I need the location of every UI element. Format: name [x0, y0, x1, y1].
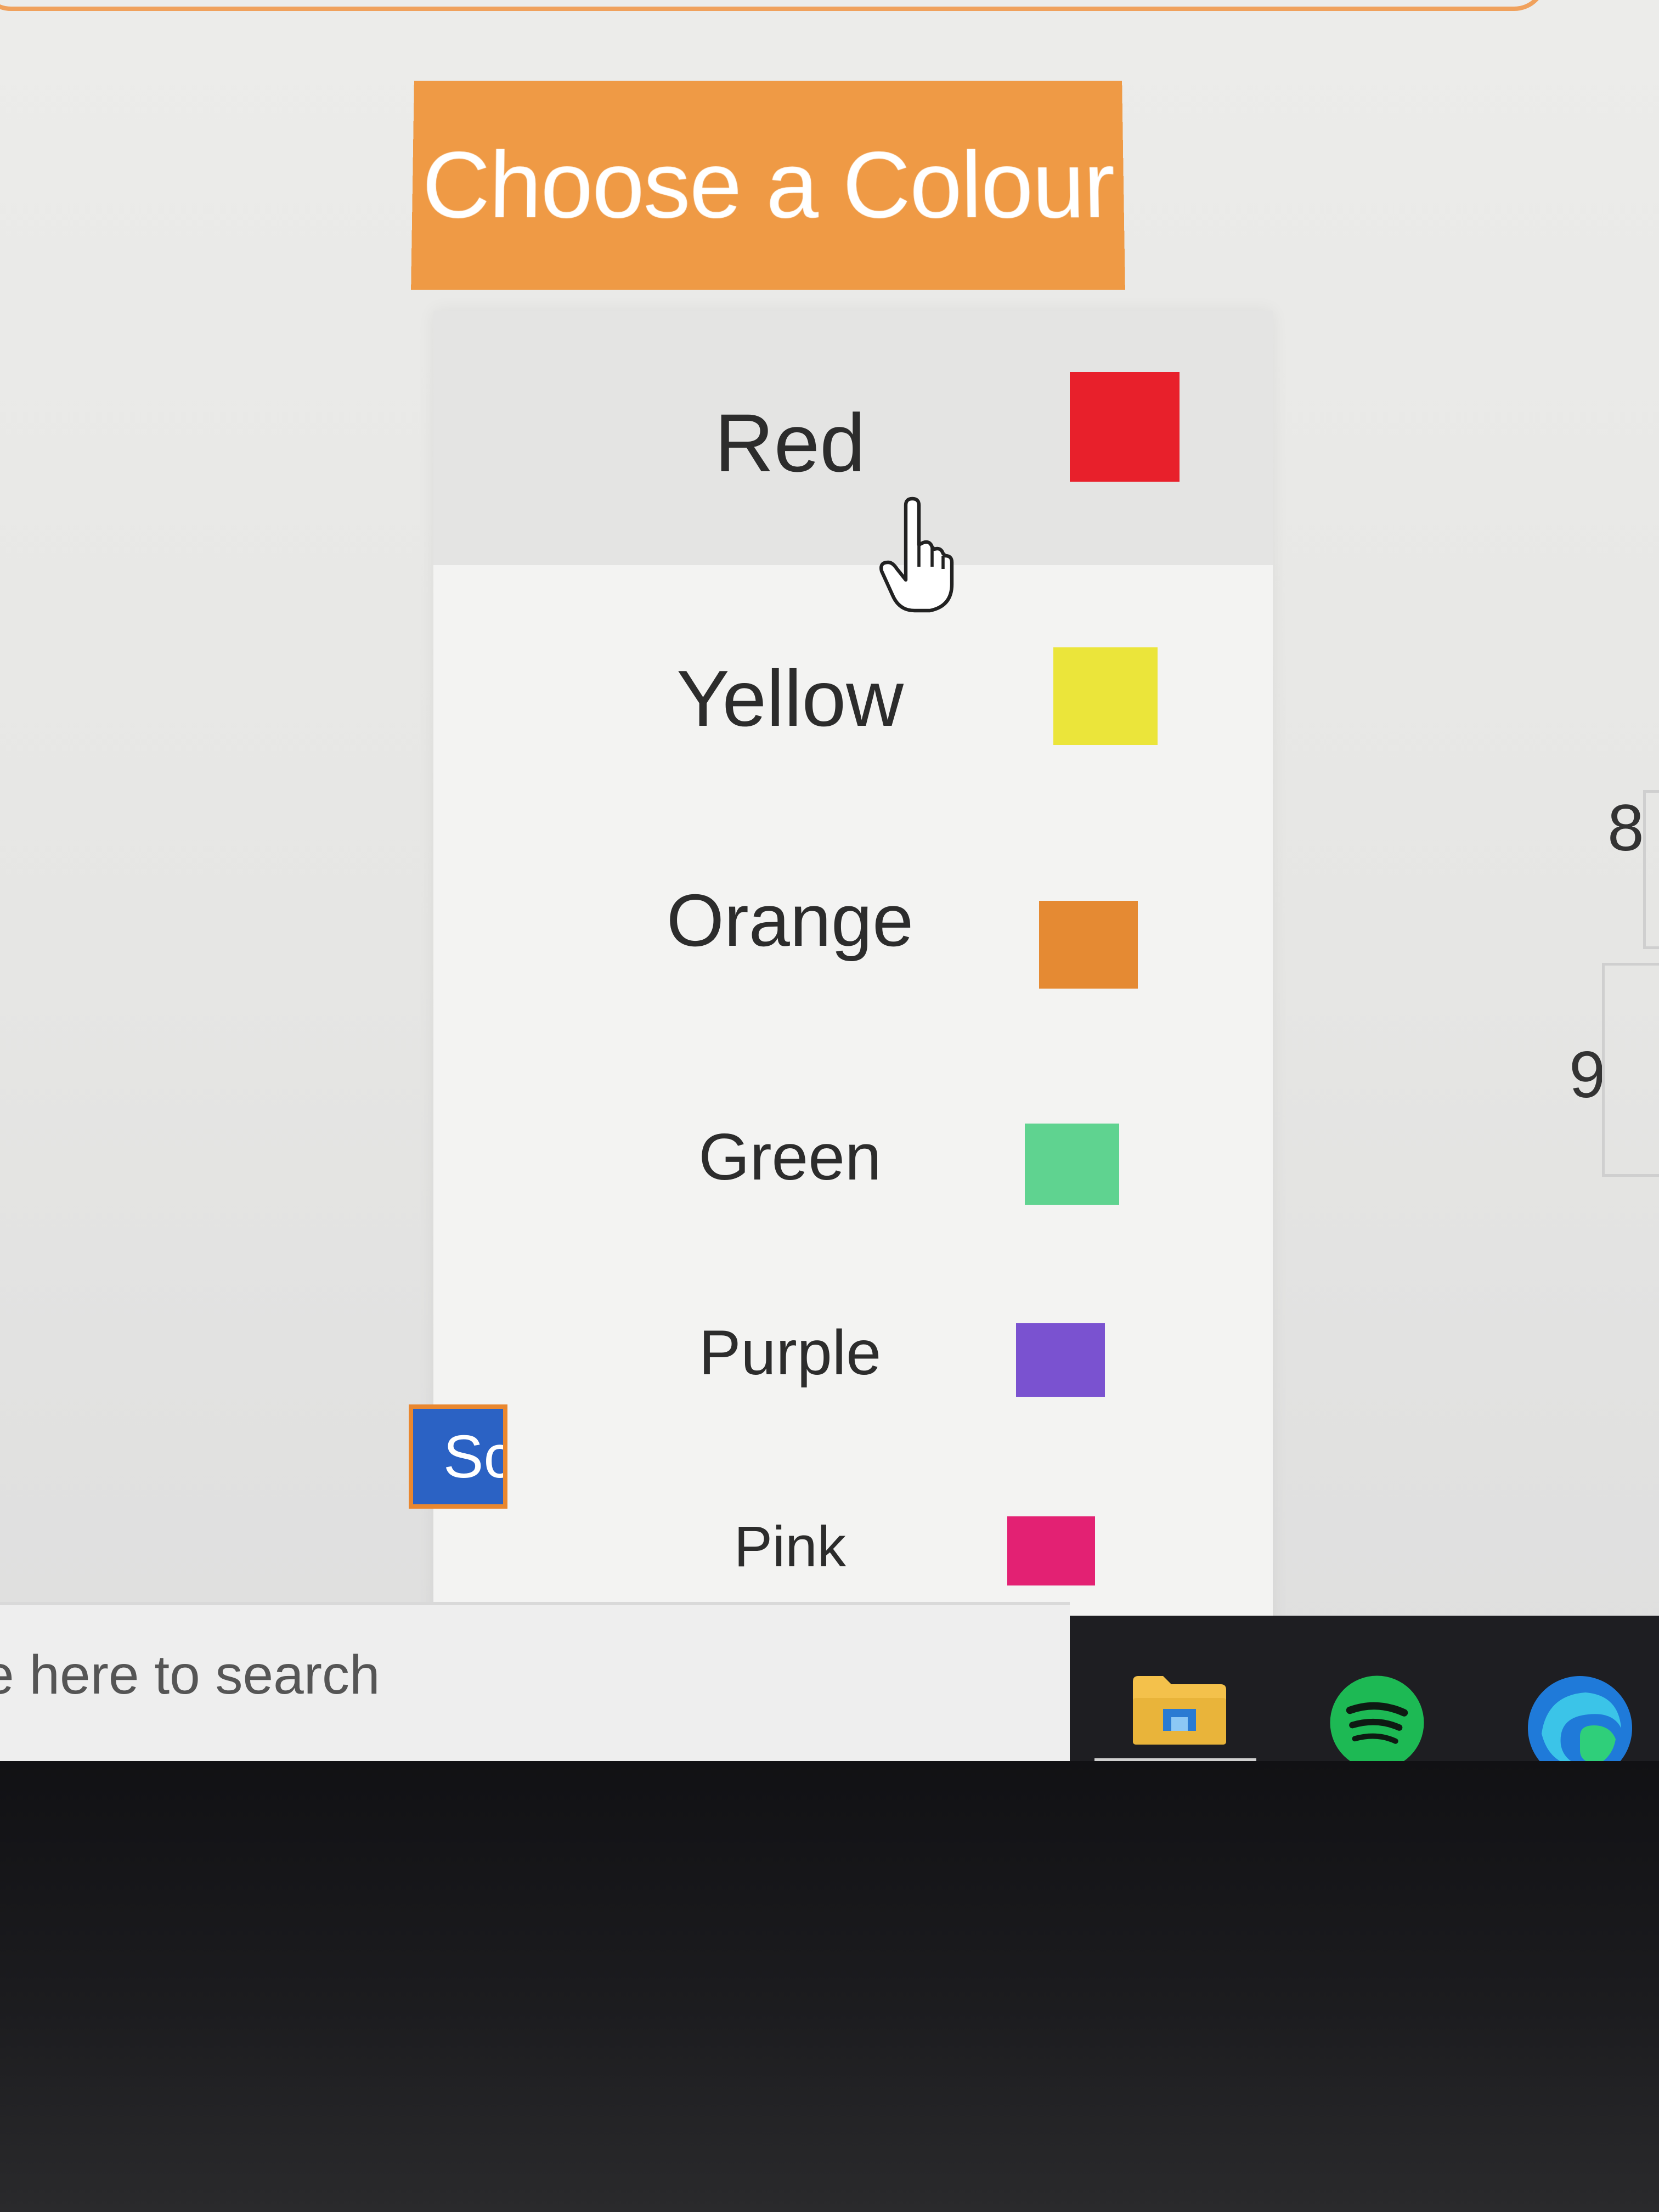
taskbar-search-box[interactable]: e here to search	[0, 1602, 1070, 1761]
dropdown-title: Choose a Colour	[421, 132, 1115, 238]
side-number-8: 8	[1607, 791, 1644, 865]
search-placeholder: e here to search	[0, 1644, 380, 1706]
option-yellow[interactable]: Yellow	[433, 565, 1273, 801]
option-purple[interactable]: Purple	[433, 1223, 1273, 1410]
option-red[interactable]: Red	[433, 311, 1273, 565]
colour-dropdown-menu: Red Yellow Orange Green Purple Pink	[433, 311, 1273, 1633]
option-orange[interactable]: Orange	[433, 801, 1273, 1020]
top-frame-border	[0, 0, 1547, 11]
file-explorer-icon[interactable]	[1130, 1671, 1229, 1747]
side-number-9: 9	[1569, 1038, 1606, 1111]
option-green[interactable]: Green	[433, 1020, 1273, 1223]
option-label: Red	[714, 397, 866, 489]
button-label: Sc	[443, 1423, 507, 1491]
green-swatch	[1025, 1124, 1119, 1205]
yellow-swatch	[1053, 647, 1158, 745]
option-label: Yellow	[676, 654, 904, 743]
partial-blue-button[interactable]: Sc	[409, 1404, 507, 1509]
hand-pointer-icon	[879, 496, 954, 613]
pink-swatch	[1007, 1516, 1095, 1585]
side-box	[1602, 963, 1659, 1177]
purple-swatch	[1016, 1323, 1105, 1397]
colour-dropdown-header[interactable]: Choose a Colour	[411, 81, 1125, 290]
orange-swatch	[1039, 901, 1138, 989]
monitor-bezel	[0, 1761, 1659, 2212]
spotify-icon[interactable]	[1328, 1673, 1426, 1772]
side-box	[1643, 790, 1659, 949]
screen: Choose a Colour Red Yellow Orange Green …	[0, 0, 1659, 1745]
option-pink[interactable]: Pink	[433, 1410, 1273, 1633]
red-swatch	[1070, 372, 1180, 482]
